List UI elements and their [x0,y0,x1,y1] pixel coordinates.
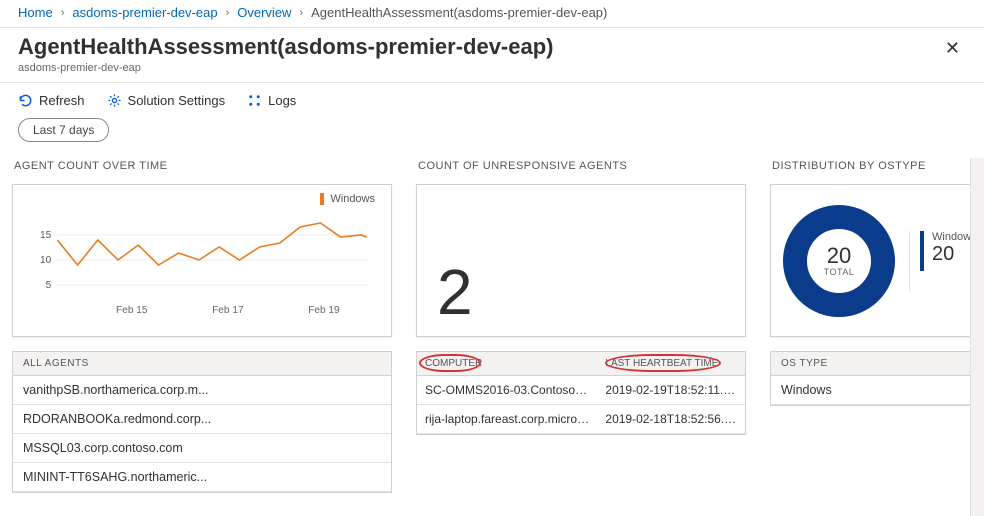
col-header-heartbeat[interactable]: LAST HEARTBEAT TIME [597,352,745,375]
ostype-table: OS TYPE Windows [770,351,980,406]
unresponsive-count-card[interactable]: 2 [416,184,746,337]
scrollbar[interactable] [970,158,984,516]
svg-text:Feb 15: Feb 15 [116,305,148,316]
donut-legend: Windows 20 [909,231,979,291]
breadcrumb-current: AgentHealthAssessment(asdoms-premier-dev… [311,5,607,20]
solution-settings-button[interactable]: Solution Settings [107,93,226,108]
table-header: ALL AGENTS [13,352,391,376]
unresponsive-table: COMPUTER LAST HEARTBEAT TIME SC-OMMS2016… [416,351,746,435]
donut-total-label: TOTAL [824,267,855,277]
svg-text:Feb 17: Feb 17 [212,305,244,316]
logs-icon [247,93,262,108]
chevron-right-icon: › [61,7,65,19]
table-row[interactable]: SC-OMMS2016-03.Contoso.Lo... 2019-02-19T… [417,376,745,405]
all-agents-table: ALL AGENTS vanithpSB.northamerica.corp.m… [12,351,392,493]
refresh-icon [18,93,33,108]
breadcrumb: Home › asdoms-premier-dev-eap › Overview… [0,0,984,28]
cell-computer: SC-OMMS2016-03.Contoso.Lo... [417,376,597,404]
table-row[interactable]: vanithpSB.northamerica.corp.m... [13,376,391,405]
gear-icon [107,93,122,108]
col-header-computer[interactable]: COMPUTER [417,352,597,375]
table-row[interactable]: Windows [771,376,979,405]
svg-text:Feb 19: Feb 19 [308,305,340,316]
legend-label: Windows [330,193,375,205]
breadcrumb-overview[interactable]: Overview [237,5,291,20]
panel-title: COUNT OF UNRESPONSIVE AGENTS [416,154,746,184]
table-row[interactable]: MSSQL03.corp.contoso.com [13,434,391,463]
legend-swatch-icon [320,193,324,205]
table-header: OS TYPE [771,352,979,376]
toolbar: Refresh Solution Settings Logs [0,83,984,118]
page-title: AgentHealthAssessment(asdoms-premier-dev… [18,34,939,60]
ostype-donut-card[interactable]: 20 TOTAL Windows 20 [770,184,980,337]
logs-label: Logs [268,93,296,108]
table-row[interactable]: rija-laptop.fareast.corp.microso... 2019… [417,405,745,434]
page-subtitle: asdoms-premier-dev-eap [18,62,939,74]
breadcrumb-workspace[interactable]: asdoms-premier-dev-eap [72,5,217,20]
panel-unresponsive: COUNT OF UNRESPONSIVE AGENTS 2 COMPUTER … [416,154,746,435]
close-icon[interactable]: ✕ [939,34,966,63]
refresh-button[interactable]: Refresh [18,93,85,108]
cell-computer: rija-laptop.fareast.corp.microso... [417,405,597,433]
legend-swatch-icon [920,231,924,271]
title-row: AgentHealthAssessment(asdoms-premier-dev… [0,28,984,83]
svg-text:5: 5 [46,280,52,291]
time-range-pill[interactable]: Last 7 days [18,118,109,142]
agent-count-chart[interactable]: Windows 15 10 5 Feb 15 Feb 17 Feb 19 [12,184,392,337]
line-chart: 15 10 5 Feb 15 Feb 17 Feb 19 [25,205,379,320]
chart-legend: Windows [25,193,379,205]
donut-total-value: 20 [827,245,851,267]
panel-ostype: DISTRIBUTION BY OSTYPE 20 TOTAL Windows … [770,154,980,406]
svg-text:15: 15 [40,230,52,241]
panel-title: AGENT COUNT OVER TIME [12,154,392,184]
table-row[interactable]: MININT-TT6SAHG.northameric... [13,463,391,492]
solution-settings-label: Solution Settings [128,93,226,108]
logs-button[interactable]: Logs [247,93,296,108]
table-row[interactable]: RDORANBOOKa.redmond.corp... [13,405,391,434]
donut-chart: 20 TOTAL [779,201,899,321]
big-number: 2 [437,260,473,324]
table-header-row: COMPUTER LAST HEARTBEAT TIME [417,352,745,376]
chevron-right-icon: › [226,7,230,19]
svg-text:10: 10 [40,255,52,266]
panel-title: DISTRIBUTION BY OSTYPE [770,154,980,184]
refresh-label: Refresh [39,93,85,108]
cell-time: 2019-02-19T18:52:11.133Z [597,376,745,404]
chevron-right-icon: › [299,7,303,19]
breadcrumb-home[interactable]: Home [18,5,53,20]
panel-agent-count: AGENT COUNT OVER TIME Windows 15 10 5 Fe… [12,154,392,493]
cell-time: 2019-02-18T18:52:56.28Z [597,405,745,433]
